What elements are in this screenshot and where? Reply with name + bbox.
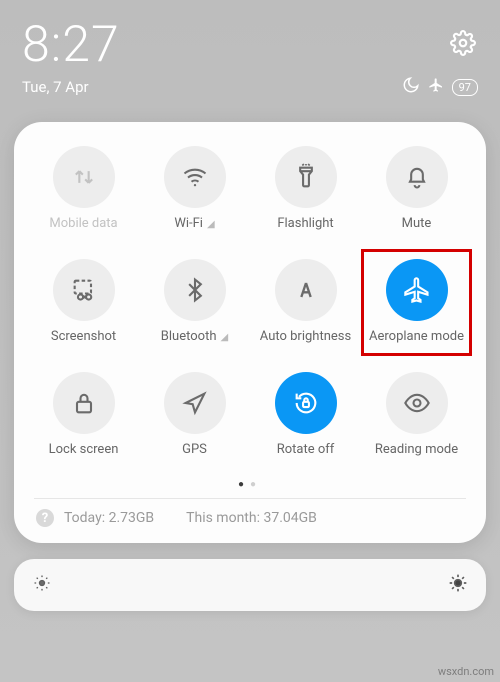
data-usage-row[interactable]: ? Today: 2.73GB This month: 37.04GB	[28, 509, 472, 533]
tile-label: Rotate off	[277, 442, 335, 457]
tile-wifi[interactable]: Wi-Fi◢	[139, 146, 250, 231]
bluetooth-icon	[164, 259, 226, 321]
watermark: wsxdn.com	[438, 665, 494, 678]
auto-brightness-icon	[275, 259, 337, 321]
brightness-slider[interactable]	[14, 559, 486, 611]
tile-reading-mode[interactable]: Reading mode	[361, 372, 472, 457]
tile-mobile-data[interactable]: Mobile data	[28, 146, 139, 231]
date: Tue, 7 Apr	[22, 78, 89, 96]
tile-label: Reading mode	[375, 442, 458, 457]
tile-mute[interactable]: Mute	[361, 146, 472, 231]
lock-icon	[53, 372, 115, 434]
clock[interactable]: 8:27	[22, 16, 478, 74]
status-icons: 97	[402, 76, 478, 98]
tile-aeroplane-mode[interactable]: Aeroplane mode	[361, 259, 472, 344]
tile-auto-brightness[interactable]: Auto brightness	[250, 259, 361, 344]
bell-icon	[386, 146, 448, 208]
tile-label: Wi-Fi◢	[174, 216, 214, 231]
eye-icon	[386, 372, 448, 434]
tile-rotate-off[interactable]: Rotate off	[250, 372, 361, 457]
wifi-icon	[164, 146, 226, 208]
page-indicator[interactable]: ●●	[28, 479, 472, 490]
help-icon: ?	[36, 509, 54, 527]
brightness-low-icon	[32, 573, 52, 597]
tile-flashlight[interactable]: Flashlight	[250, 146, 361, 231]
dnd-icon	[402, 76, 420, 98]
tile-label: Screenshot	[51, 329, 116, 344]
status-bar: 8:27 Tue, 7 Apr 97	[0, 0, 500, 108]
airplane-status-icon	[428, 77, 444, 97]
tile-label: Mobile data	[49, 216, 117, 231]
tile-label: Lock screen	[49, 442, 119, 457]
tile-label: GPS	[182, 442, 207, 457]
flashlight-icon	[275, 146, 337, 208]
tile-bluetooth[interactable]: Bluetooth◢	[139, 259, 250, 344]
brightness-high-icon	[448, 573, 468, 597]
battery-indicator: 97	[452, 79, 478, 96]
mobile-data-icon	[53, 146, 115, 208]
tile-screenshot[interactable]: Screenshot	[28, 259, 139, 344]
settings-button[interactable]	[450, 30, 476, 60]
tile-label: Auto brightness	[260, 329, 351, 344]
location-icon	[164, 372, 226, 434]
usage-today: Today: 2.73GB	[64, 510, 154, 526]
quick-settings-panel: Mobile data Wi-Fi◢ Flashlight Mute Scree	[14, 122, 486, 543]
separator	[34, 498, 466, 499]
highlight-box	[361, 249, 472, 356]
rotate-lock-icon	[275, 372, 337, 434]
tile-label: Bluetooth◢	[161, 329, 228, 344]
screenshot-icon	[53, 259, 115, 321]
usage-month: This month: 37.04GB	[186, 510, 317, 526]
tile-label: Mute	[402, 216, 432, 231]
tile-label: Flashlight	[277, 216, 333, 231]
tile-lock-screen[interactable]: Lock screen	[28, 372, 139, 457]
tile-gps[interactable]: GPS	[139, 372, 250, 457]
